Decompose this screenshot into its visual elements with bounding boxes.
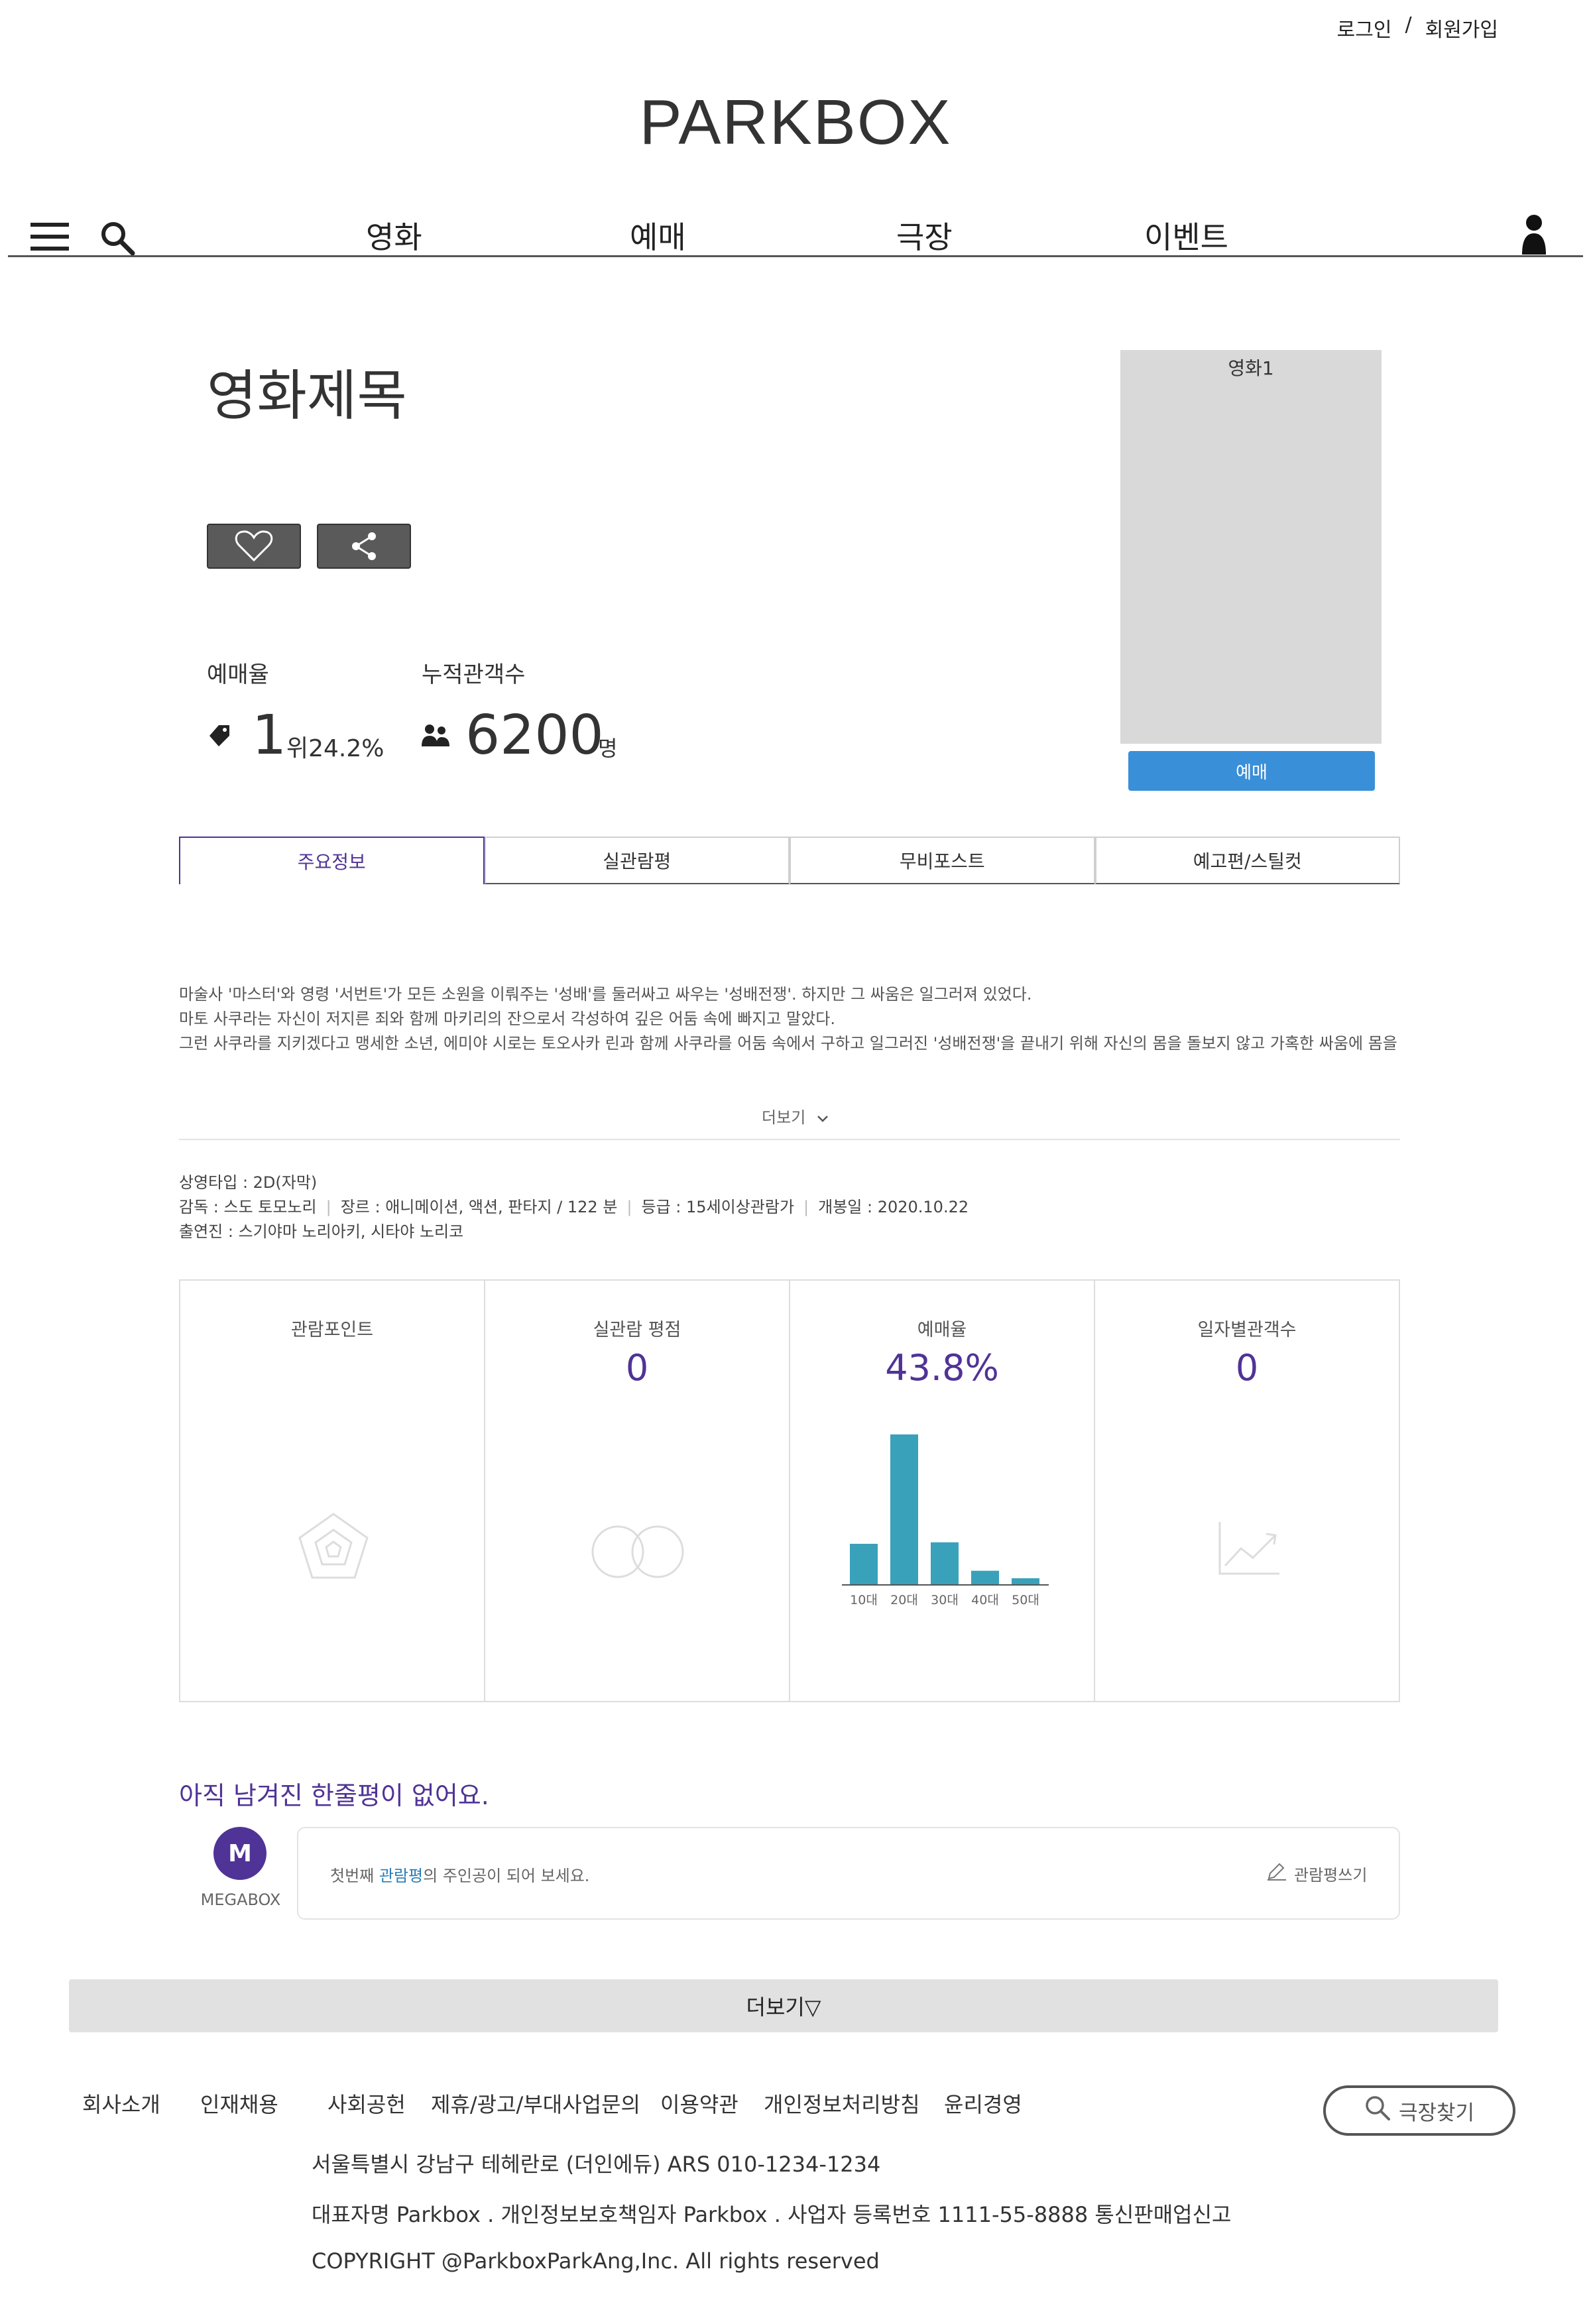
more-label: 더보기 [762, 1108, 806, 1127]
daily-value: 0 [1235, 1347, 1259, 1389]
chart-bar-50대 [1012, 1578, 1039, 1584]
review-highlight: 관람평 [379, 1867, 424, 1885]
share-icon [352, 532, 376, 560]
tab-main-info[interactable]: 주요정보 [179, 837, 485, 884]
menu-icon[interactable] [30, 223, 69, 251]
footer-link-social[interactable]: 사회공헌 [327, 2088, 406, 2119]
nav-event[interactable]: 이벤트 [1144, 213, 1228, 257]
synopsis-more-link[interactable]: 더보기 [0, 1104, 1591, 1128]
write-review-button[interactable]: 관람평쓰기 [1266, 1861, 1367, 1885]
pencil-icon [1266, 1861, 1287, 1885]
audience-label: 누적관객수 [422, 662, 526, 688]
chart-bar-20대 [890, 1434, 918, 1584]
theater-search-button[interactable]: 극장찾기 [1323, 2085, 1515, 2136]
booking-rank-suffix: 위24.2% [286, 735, 384, 762]
share-button[interactable] [317, 524, 411, 569]
tab-reviews[interactable]: 실관람평 [484, 837, 790, 884]
site-logo[interactable]: PARKBOX [0, 86, 1591, 159]
release-date: 개봉일 : 2020.10.22 [818, 1198, 969, 1216]
stat-box-daily: 일자별관객수 0 [1095, 1281, 1399, 1701]
signup-link[interactable]: 회원가입 [1425, 13, 1498, 42]
chart-bar-10대 [850, 1543, 878, 1584]
top-links-separator: / [1405, 13, 1412, 36]
search-icon [1364, 2095, 1391, 2126]
score-title: 실관람 평점 [593, 1320, 681, 1340]
circles-icon [590, 1523, 685, 1583]
synopsis-line: 마술사 '마스터'와 영령 '서번트'가 모든 소원을 이뤄주는 '성배'를 둘… [179, 985, 1032, 1004]
booking-rank: 1 [252, 704, 287, 767]
megabox-name: MEGABOX [200, 1890, 281, 1909]
book-button[interactable]: 예매 [1128, 751, 1375, 791]
stat-box-point: 관람포인트 [180, 1281, 485, 1701]
megabox-avatar: M [213, 1827, 266, 1880]
rating: 등급 : 15세이상관람가 [641, 1198, 795, 1216]
heart-icon [235, 530, 273, 562]
more-bar-button[interactable]: 더보기▽ [69, 1979, 1498, 2032]
nav-theater[interactable]: 극장 [896, 213, 953, 257]
cast: 출연진 : 스기야마 노리아키, 시타야 노리코 [179, 1222, 464, 1241]
search-icon[interactable] [99, 220, 135, 256]
login-link[interactable]: 로그인 [1337, 13, 1392, 42]
review-message: 첫번째 관람평의 주인공이 되어 보세요. [330, 1867, 590, 1885]
detail-tabs: 주요정보 실관람평 무비포스트 예고편/스틸컷 [179, 837, 1400, 884]
chart-tick-label: 20대 [890, 1593, 918, 1607]
age-chart: 10대 20대 30대 40대 50대 [842, 1434, 1049, 1607]
director: 감독 : 스도 토모노리 [179, 1198, 317, 1216]
review-heading: 아직 남겨진 한줄평이 없어요. [179, 1781, 489, 1810]
footer-link-privacy[interactable]: 개인정보처리방침 [764, 2088, 920, 2119]
nav-divider [8, 255, 1583, 257]
footer-copyright: COPYRIGHT @ParkboxParkAng,Inc. All right… [312, 2248, 880, 2274]
stat-boxes: 관람포인트 실관람 평점 0 예매율 43.8% 10대 20대 30대 40대 50대… [179, 1279, 1400, 1702]
stat-box-score: 실관람 평점 0 [485, 1281, 790, 1701]
movie-poster: 영화1 [1120, 350, 1382, 744]
theater-search-label: 극장찾기 [1398, 2101, 1475, 2125]
movie-title: 영화제목 [207, 365, 407, 428]
point-title: 관람포인트 [290, 1320, 374, 1340]
people-icon [420, 723, 451, 752]
rate-title: 예매율 [917, 1320, 967, 1340]
footer-link-careers[interactable]: 인재채용 [200, 2088, 278, 2119]
rate-value: 43.8% [885, 1347, 999, 1389]
chart-bar-40대 [971, 1570, 999, 1584]
booking-rate-label: 예매율 [207, 662, 269, 688]
top-links: 로그인 / 회원가입 [1337, 13, 1498, 42]
movie-info: 상영타입 : 2D(자막) 감독 : 스도 토모노리 | 장르 : 애니메이션, 액… [179, 1173, 969, 1241]
genre: 장르 : 애니메이션, 액션, 판타지 / 122 분 [340, 1198, 618, 1216]
chart-tick-label: 40대 [971, 1593, 999, 1607]
trend-chart-icon [1217, 1521, 1281, 1579]
score-value: 0 [625, 1347, 649, 1389]
like-button[interactable] [207, 524, 301, 569]
footer-representative: 대표자명 Parkbox . 개인정보보호책임자 Parkbox . 사업자 등… [312, 2202, 1232, 2227]
tab-trailer[interactable]: 예고편/스틸컷 [1094, 837, 1400, 884]
synopsis: 마술사 '마스터'와 영령 '서번트'가 모든 소원을 이뤄주는 '성배'를 둘… [179, 982, 1400, 1056]
stat-box-rate: 예매율 43.8% 10대 20대 30대 40대 50대 [790, 1281, 1095, 1701]
footer-address: 서울특별시 강남구 테헤란로 (더인에듀) ARS 010-1234-1234 [312, 2152, 881, 2177]
chart-bar-30대 [931, 1542, 959, 1584]
audience-unit: 명 [598, 736, 618, 761]
section-divider [179, 1139, 1400, 1140]
chart-tick-label: 30대 [931, 1593, 959, 1607]
chart-tick-label: 50대 [1012, 1593, 1039, 1607]
daily-title: 일자별관객수 [1197, 1320, 1297, 1340]
nav-movie[interactable]: 영화 [366, 213, 422, 257]
footer-link-ethics[interactable]: 윤리경영 [944, 2088, 1022, 2119]
pentagon-icon [297, 1511, 370, 1583]
tab-moviepost[interactable]: 무비포스트 [790, 837, 1095, 884]
footer-link-partnership[interactable]: 제휴/광고/부대사업문의 [431, 2088, 640, 2119]
user-icon[interactable] [1521, 213, 1547, 255]
synopsis-line: 마토 사쿠라는 자신이 저지른 죄와 함께 마키리의 잔으로서 각성하여 깊은 … [179, 1010, 836, 1028]
nav-booking[interactable]: 예매 [630, 213, 686, 257]
footer-link-terms[interactable]: 이용약관 [660, 2088, 738, 2119]
write-review-label: 관람평쓰기 [1294, 1865, 1368, 1885]
chart-tick-label: 10대 [850, 1593, 878, 1607]
ticket-icon [207, 723, 233, 752]
screen-type: 상영타입 : 2D(자막) [179, 1173, 318, 1192]
chevron-down-icon [816, 1109, 829, 1128]
footer-link-company[interactable]: 회사소개 [82, 2088, 160, 2119]
audience-count: 6200 [465, 704, 604, 767]
synopsis-line: 그런 사쿠라를 지키겠다고 맹세한 소년, 에미야 시로는 토오사카 린과 함께… [179, 1034, 1397, 1053]
poster-label: 영화1 [1228, 357, 1274, 379]
